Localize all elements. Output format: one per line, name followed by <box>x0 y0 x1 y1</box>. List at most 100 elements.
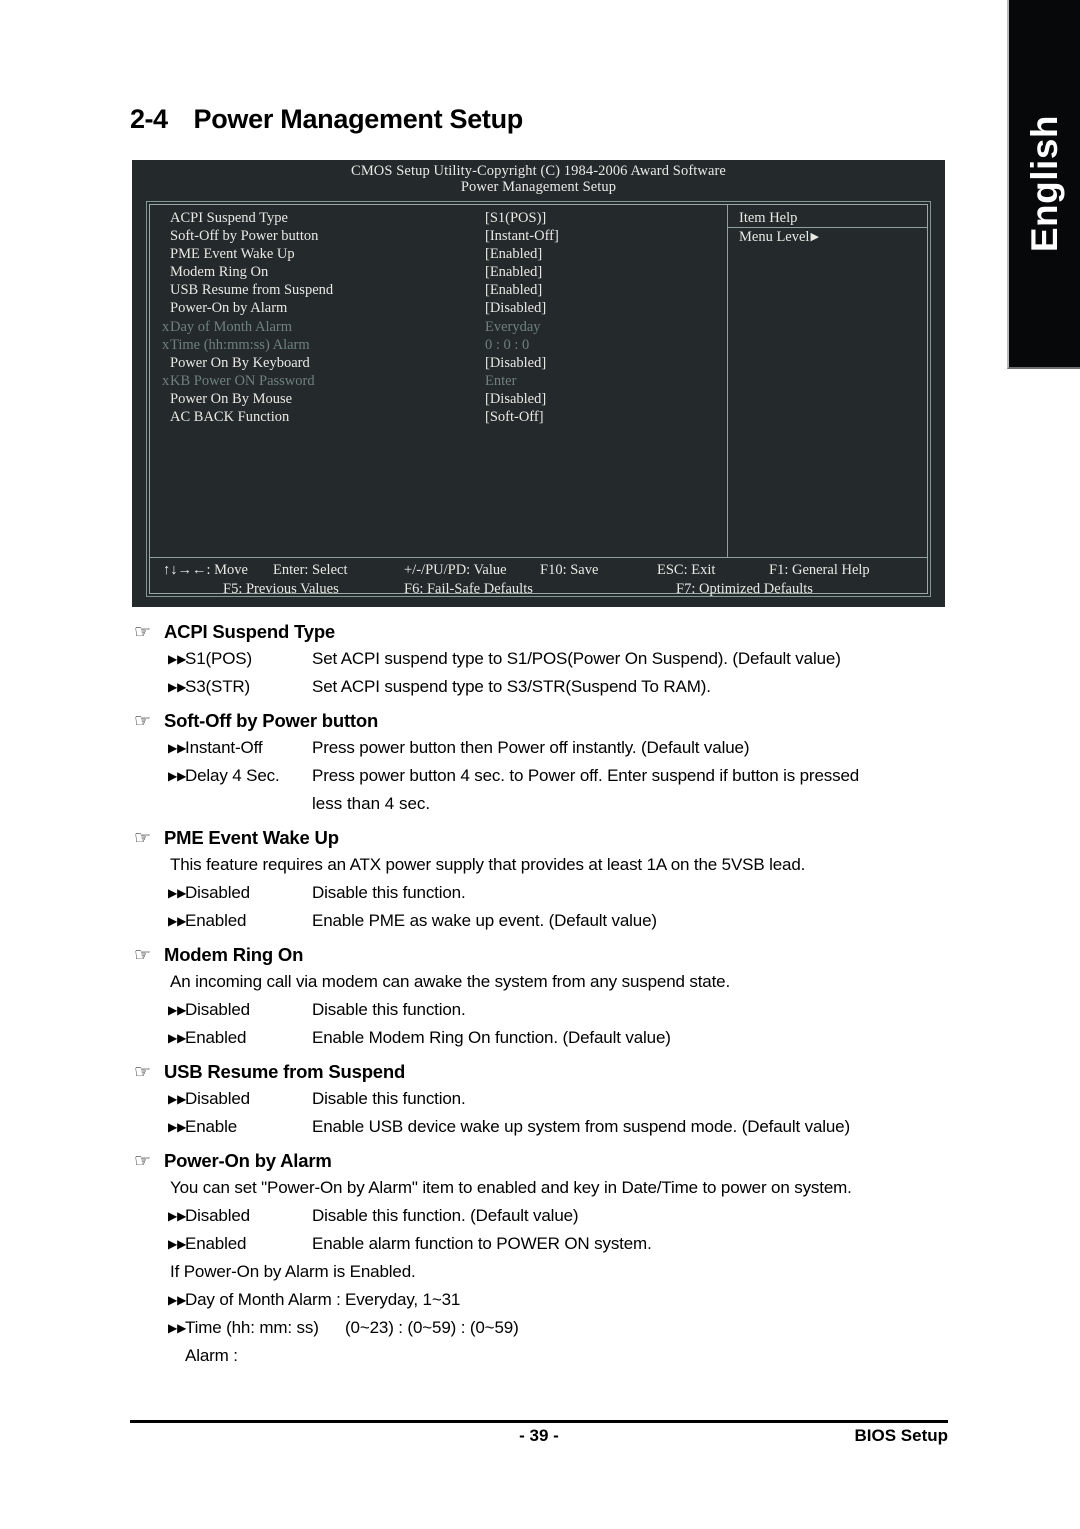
doc-section-title: Modem Ring On <box>164 944 304 965</box>
bios-option-value[interactable]: [Enabled] <box>485 245 542 263</box>
doc-section-title: Power-On by Alarm <box>164 1150 332 1171</box>
double-arrow-icon: ▶▶ <box>168 1293 187 1307</box>
double-arrow-icon: ▶▶ <box>168 1237 187 1251</box>
bios-option-value[interactable]: [Disabled] <box>485 390 546 408</box>
doc-option-description: Enable USB device wake up system from su… <box>312 1117 850 1136</box>
double-arrow-icon: ▶▶ <box>168 914 187 928</box>
bios-option-value[interactable]: [Enabled] <box>485 263 542 281</box>
bios-option-value[interactable]: Enter <box>485 372 516 390</box>
bios-key-legend: ↑↓→←: Move Enter: Select +/-/PU/PD: Valu… <box>150 557 927 598</box>
doc-section-heading: ☞ Power-On by Alarm <box>134 1150 1080 1172</box>
double-arrow-icon: ▶▶ <box>168 1092 187 1106</box>
bios-option-label: Modem Ring On <box>170 264 269 281</box>
doc-option-description: (0~23) : (0~59) : (0~59) <box>345 1318 519 1337</box>
doc-option-bullet: ▶▶ Enabled Enable Modem Ring On function. … <box>168 1024 1080 1052</box>
doc-option-term: S1(POS) <box>185 649 252 668</box>
bios-option-row[interactable]: Power On By Keyboard [Disabled] <box>150 354 727 372</box>
doc-option-term: Enabled <box>185 1234 247 1253</box>
legend-row-1: ↑↓→←: Move Enter: Select +/-/PU/PD: Valu… <box>150 561 927 580</box>
bios-option-row[interactable]: x KB Power ON Password Enter <box>150 372 727 390</box>
doc-section-heading: ☞ USB Resume from Suspend <box>134 1061 1080 1083</box>
section-number: 2-4 <box>130 104 168 134</box>
bios-option-label: Day of Month Alarm <box>170 318 293 335</box>
bios-frame-inner: ACPI Suspend Type [S1(POS)] Soft-Off by Po… <box>149 204 928 597</box>
bios-option-marker: x <box>162 336 170 353</box>
bios-option-marker: x <box>162 318 170 335</box>
double-arrow-icon: ▶▶ <box>168 652 187 666</box>
bios-option-value[interactable]: Everyday <box>485 318 541 336</box>
doc-option-term: Enabled <box>185 1028 247 1047</box>
doc-option-bullet: ▶▶ Disabled Disable this function. <box>168 1085 1080 1113</box>
bios-option-value[interactable]: [Instant-Off] <box>485 227 559 245</box>
doc-option-description: Disable this function. <box>312 883 466 902</box>
doc-option-bullet: ▶▶ Disabled Disable this function. <box>168 879 1080 907</box>
doc-option-description: Disable this function. <box>312 1089 466 1108</box>
document-body: ☞ ACPI Suspend Type ▶▶ S1(POS) Set ACPI susp… <box>0 612 1080 1370</box>
bios-option-value[interactable]: [Disabled] <box>485 299 546 317</box>
bios-option-row[interactable]: Power-On by Alarm [Disabled] <box>150 299 727 317</box>
doc-paragraph: This feature requires an ATX power suppl… <box>170 855 806 874</box>
bios-option-label: PME Event Wake Up <box>170 246 295 263</box>
doc-section: ☞ Modem Ring On An incoming call via modem… <box>0 944 1080 1052</box>
bios-option-label: Power-On by Alarm <box>170 300 288 317</box>
doc-section: ☞ Soft-Off by Power button ▶▶ Instant-Off Pr… <box>0 710 1080 818</box>
bios-option-row[interactable]: PME Event Wake Up [Enabled] <box>150 245 727 263</box>
bios-option-value[interactable]: [Soft-Off] <box>485 408 544 426</box>
double-arrow-icon: ▶▶ <box>168 1003 187 1017</box>
doc-option-term: Disabled <box>185 1000 250 1019</box>
bios-option-row[interactable]: Modem Ring On [Enabled] <box>150 263 727 281</box>
legend-general-help: F1: General Help <box>769 562 870 578</box>
pointing-hand-icon: ☞ <box>134 1061 152 1083</box>
doc-option-description: Disable this function. (Default value) <box>312 1206 579 1225</box>
doc-option-bullet: ▶▶ S1(POS) Set ACPI suspend type to S1/POS… <box>168 645 1080 673</box>
bios-option-row[interactable]: Soft-Off by Power button [Instant-Off] <box>150 227 727 245</box>
bios-option-row[interactable]: USB Resume from Suspend [Enabled] <box>150 281 727 299</box>
doc-option-description: Enable PME as wake up event. (Default va… <box>312 911 657 930</box>
doc-option-term: Enabled <box>185 911 247 930</box>
bios-option-row[interactable]: x Time (hh:mm:ss) Alarm 0 : 0 : 0 <box>150 336 727 354</box>
bios-option-label: Power On By Keyboard <box>170 354 310 371</box>
doc-option-term: Instant-Off <box>185 738 263 757</box>
bios-option-row[interactable]: x Day of Month Alarm Everyday <box>150 318 727 336</box>
double-arrow-icon: ▶▶ <box>168 1120 187 1134</box>
double-arrow-icon: ▶▶ <box>168 1209 187 1223</box>
doc-option-term: Delay 4 Sec. <box>185 766 280 785</box>
doc-option-bullet: ▶▶ Day of Month Alarm : Everyday, 1~31 <box>168 1286 1080 1314</box>
bios-option-value[interactable]: 0 : 0 : 0 <box>485 336 529 354</box>
bios-option-label: ACPI Suspend Type <box>170 210 288 226</box>
doc-section-heading: ☞ ACPI Suspend Type <box>134 621 1080 643</box>
doc-description-continuation: less than 4 sec. <box>312 794 431 813</box>
double-arrow-icon: ▶▶ <box>168 741 187 755</box>
bios-item-help-panel: Item Help Menu Level ▶ <box>728 205 927 557</box>
doc-option-description: Press power button then Power off instan… <box>312 738 750 757</box>
pointing-hand-icon: ☞ <box>134 710 152 732</box>
bios-option-marker: x <box>162 372 170 389</box>
page-title: 2-4 Power Management Setup <box>130 104 960 135</box>
page-footer: - 39 - BIOS Setup <box>130 1426 948 1454</box>
doc-section: ☞ Power-On by Alarm You can set "Power-On … <box>0 1150 1080 1370</box>
doc-option-description: Enable alarm function to POWER ON system… <box>312 1234 652 1253</box>
page-number: - 39 - <box>519 1426 559 1445</box>
bios-frame: ACPI Suspend Type [S1(POS)] Soft-Off by Po… <box>146 201 931 597</box>
legend-exit: ESC: Exit <box>657 562 716 578</box>
doc-option-description: Set ACPI suspend type to S3/STR(Suspend … <box>312 677 711 696</box>
bios-option-row[interactable]: Power On By Mouse [Disabled] <box>150 390 727 408</box>
pointing-hand-icon: ☞ <box>134 944 152 966</box>
bios-option-value[interactable]: [Disabled] <box>485 354 546 372</box>
doc-section-heading: ☞ PME Event Wake Up <box>134 827 1080 849</box>
double-arrow-icon: ▶▶ <box>168 680 187 694</box>
bios-option-value[interactable]: [S1(POS)] <box>485 209 546 227</box>
bios-option-row[interactable]: ACPI Suspend Type [S1(POS)] <box>150 209 727 227</box>
pointing-hand-icon: ☞ <box>134 827 152 849</box>
legend-value: +/-/PU/PD: Value <box>404 562 507 578</box>
bios-option-row[interactable]: AC BACK Function [Soft-Off] <box>150 408 727 426</box>
doc-option-bullet: ▶▶ Enabled Enable PME as wake up event. (D… <box>168 907 1080 935</box>
double-arrow-icon: ▶▶ <box>168 1031 187 1045</box>
footer-chapter-label: BIOS Setup <box>854 1426 948 1445</box>
menu-level-label: Menu Level <box>739 229 810 246</box>
doc-section: ☞ PME Event Wake Up This feature requires … <box>0 827 1080 935</box>
doc-option-bullet: ▶▶ Disabled Disable this function. (Defaul… <box>168 1202 1080 1230</box>
doc-option-description: Enable Modem Ring On function. (Default … <box>312 1028 671 1047</box>
bios-option-value[interactable]: [Enabled] <box>485 281 542 299</box>
doc-option-bullet: ▶▶ S3(STR) Set ACPI suspend type to S3/STR… <box>168 673 1080 701</box>
